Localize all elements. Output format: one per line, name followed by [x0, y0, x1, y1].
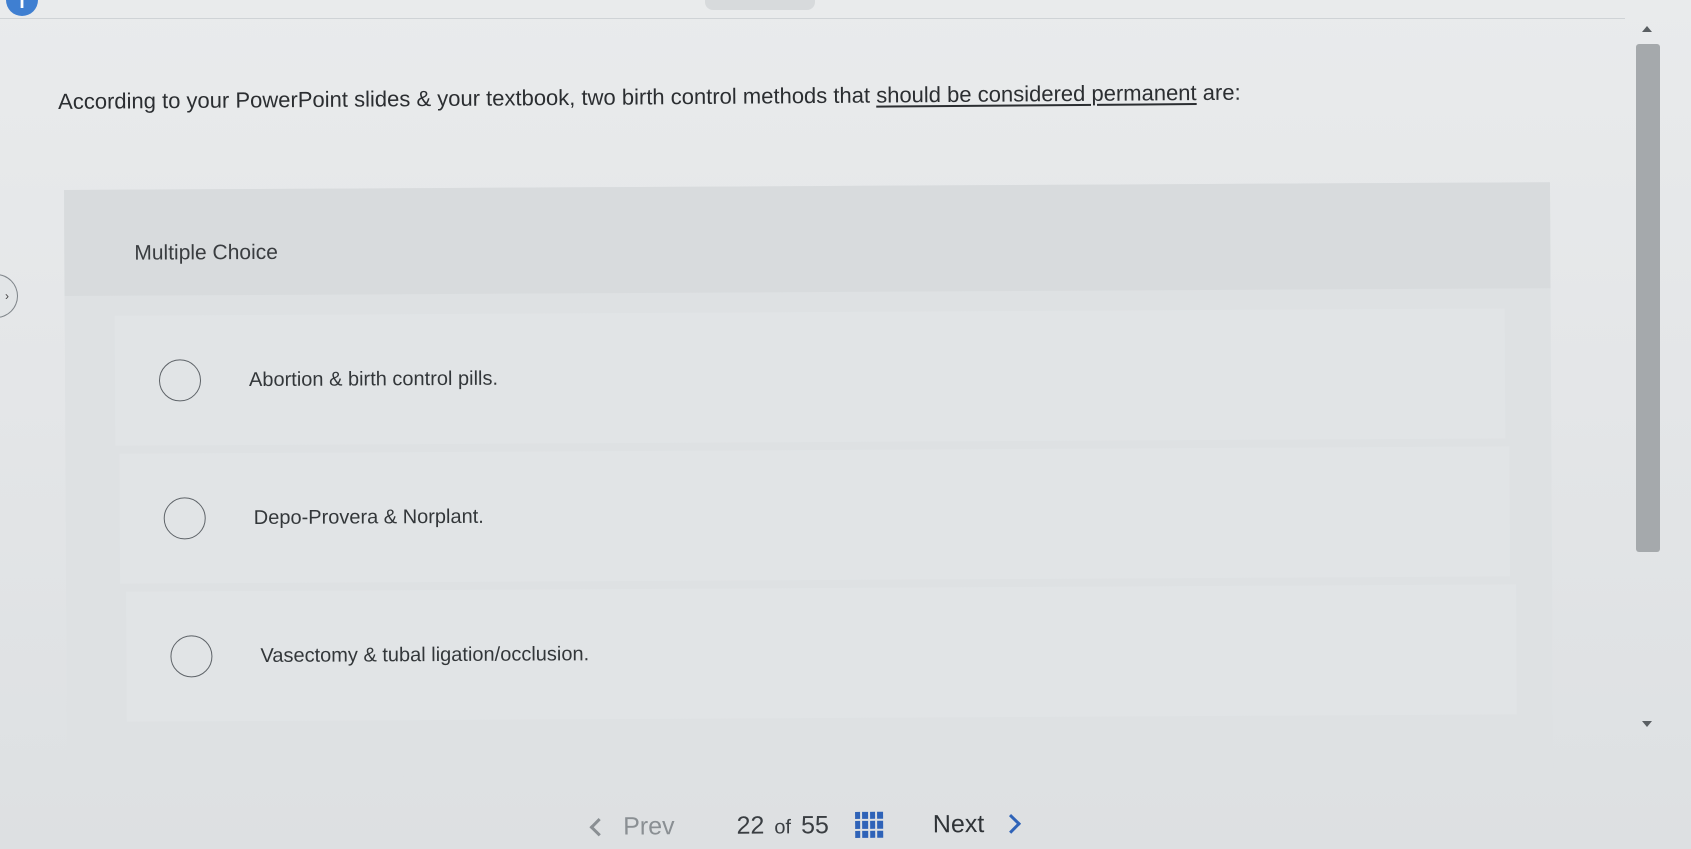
page-of-label: of: [774, 815, 792, 839]
scroll-down-arrow-icon[interactable]: [1642, 721, 1652, 727]
next-label: Next: [932, 809, 985, 838]
side-drawer-toggle[interactable]: ›: [0, 274, 18, 318]
radio-button[interactable]: [158, 359, 202, 402]
scrollbar-thumb[interactable]: [1636, 44, 1660, 552]
question-navigation: Prev 22 of 55 Next: [560, 801, 1120, 849]
question-text-suffix: are:: [1196, 79, 1241, 106]
prev-label: Prev: [623, 811, 675, 841]
current-page: 22: [736, 811, 765, 840]
answer-option-label: Abortion & birth control pills.: [248, 367, 499, 391]
question-text-prefix: According to your PowerPoint slides & yo…: [58, 82, 877, 114]
top-tab[interactable]: [705, 0, 815, 10]
answer-option-2[interactable]: Depo-Provera & Norplant.: [119, 446, 1511, 584]
multiple-choice-panel: Multiple Choice Abortion & birth control…: [64, 182, 1554, 778]
page: i › According to your PowerPoint slides …: [0, 0, 1691, 849]
prev-button[interactable]: Prev: [589, 811, 675, 842]
vertical-scrollbar[interactable]: [1628, 16, 1670, 736]
chevron-left-icon: [589, 817, 608, 836]
multiple-choice-header: Multiple Choice: [64, 182, 1551, 296]
radio-button[interactable]: [170, 635, 213, 678]
scroll-up-arrow-icon[interactable]: [1642, 26, 1652, 32]
chevron-right-icon: [1001, 813, 1022, 834]
question-type-label: Multiple Choice: [134, 240, 278, 265]
top-divider: [0, 18, 1625, 19]
answer-option-1[interactable]: Abortion & birth control pills.: [114, 308, 1506, 446]
answer-option-label: Depo-Provera & Norplant.: [253, 505, 484, 529]
total-pages: 55: [800, 810, 829, 839]
next-button[interactable]: Next: [932, 809, 1022, 839]
question-prompt: According to your PowerPoint slides & yo…: [58, 77, 1478, 116]
answer-option-3[interactable]: Vasectomy & tubal ligation/occlusion.: [126, 584, 1517, 722]
info-icon[interactable]: i: [6, 0, 38, 16]
page-indicator: 22 of 55: [736, 811, 829, 841]
question-text-emphasis: should be considered permanent: [876, 80, 1197, 108]
grid-icon[interactable]: [854, 811, 883, 838]
radio-button[interactable]: [163, 497, 206, 540]
answer-option-label: Vasectomy & tubal ligation/occlusion.: [260, 642, 590, 667]
